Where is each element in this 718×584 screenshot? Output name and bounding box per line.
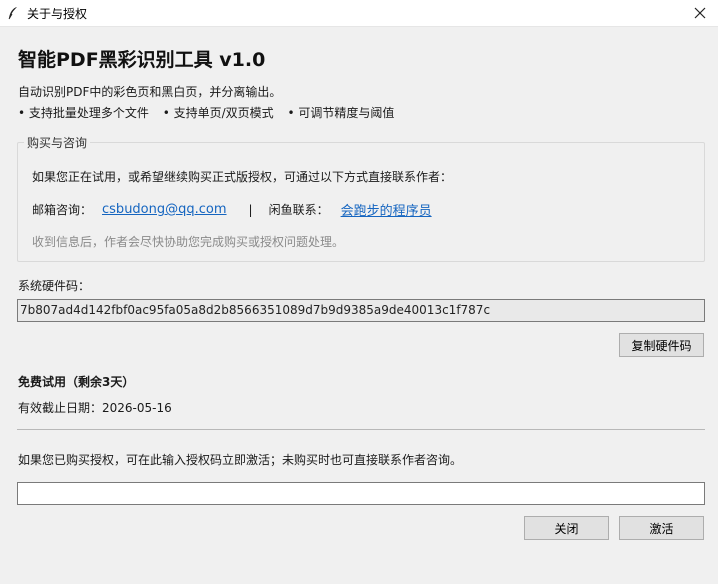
divider [17,429,705,430]
license-code-input[interactable] [17,482,705,505]
feature-list: • 支持批量处理多个文件 • 支持单页/双页模式 • 可调节精度与阈值 [18,104,404,121]
email-label: 邮箱咨询： [32,203,93,217]
hardware-code-field[interactable]: 7b807ad4d142fbf0ac95fa05a8d2b8566351089d… [17,299,705,322]
close-icon [694,7,706,19]
activation-hint: 如果您已购买授权，可在此输入授权码立即激活；未购买时也可直接联系作者咨询。 [18,453,463,467]
purchase-note: 收到信息后，作者会尽快协助您完成购买或授权问题处理。 [32,235,345,249]
window-close-button[interactable] [688,2,712,24]
feature-item: • 可调节精度与阈值 [287,106,395,120]
hardware-code-label: 系统硬件码： [18,279,91,293]
feather-icon [8,7,17,20]
xianyu-link[interactable]: 会跑步的程序员 [341,200,432,219]
copy-hardware-code-button[interactable]: 复制硬件码 [619,333,704,357]
purchase-group: 购买与咨询 如果您正在试用，或希望继续购买正式版授权，可通过以下方式直接联系作者… [17,134,705,262]
window-title: 关于与授权 [27,6,88,21]
xianyu-label: 闲鱼联系： [268,203,329,217]
email-link[interactable]: csbudong@qq.com [102,202,227,217]
trial-expiry: 有效截止日期：2026-05-16 [18,401,172,415]
purchase-intro: 如果您正在试用，或希望继续购买正式版授权，可通过以下方式直接联系作者： [32,170,453,184]
contact-separator: | [248,202,253,217]
activate-button[interactable]: 激活 [619,516,704,540]
app-description: 自动识别PDF中的彩色页和黑白页，并分离输出。 [18,85,282,99]
title-bar: 关于与授权 [0,0,718,27]
trial-status: 免费试用（剩余3天） [18,375,135,389]
purchase-group-legend: 购买与咨询 [24,134,91,151]
contact-row: 邮箱咨询： csbudong@qq.com | 闲鱼联系： 会跑步的程序员 [32,200,432,219]
close-button[interactable]: 关闭 [524,516,609,540]
feature-item: • 支持批量处理多个文件 [18,106,149,120]
app-title: 智能PDF黑彩识别工具 v1.0 [18,49,266,71]
dialog-content: 智能PDF黑彩识别工具 v1.0 自动识别PDF中的彩色页和黑白页，并分离输出。… [0,26,718,584]
feature-item: • 支持单页/双页模式 [162,106,274,120]
